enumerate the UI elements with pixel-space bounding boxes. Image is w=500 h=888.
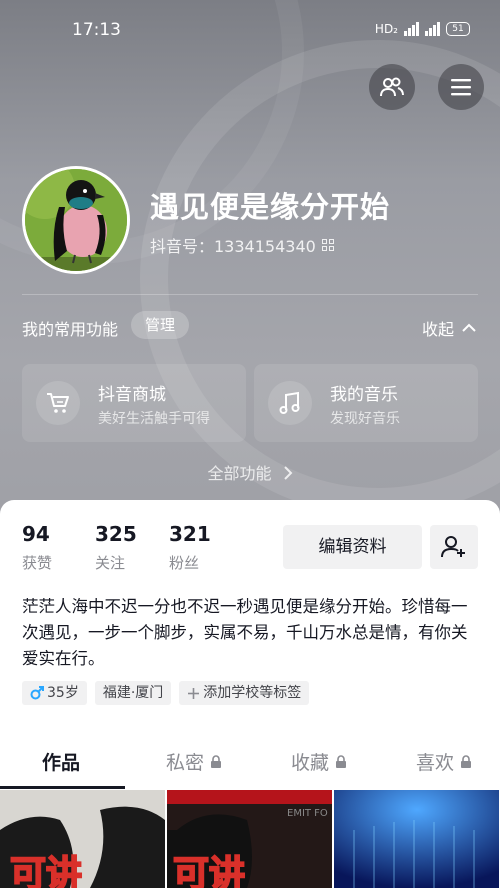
video-thumbnail[interactable]	[334, 790, 499, 888]
video-thumbnail[interactable]: 可讲	[0, 790, 165, 888]
douyin-id-text: 抖音号：1334154340	[150, 237, 316, 256]
following-label: 关注	[95, 554, 126, 572]
thumbnail-image: 可讲	[0, 790, 165, 888]
status-time: 17:13	[72, 20, 121, 40]
tab-likes-label: 喜欢	[416, 752, 455, 774]
lock-icon	[461, 754, 472, 768]
chevron-up-icon	[462, 323, 476, 332]
likes-label: 获赞	[22, 554, 53, 572]
tab-private-label: 私密	[166, 752, 205, 774]
active-tab-indicator	[0, 786, 125, 789]
menu-icon	[451, 79, 471, 96]
battery-icon: 51	[446, 22, 470, 36]
content-tabs: 作品 私密 收藏 喜欢	[0, 740, 500, 790]
collapse-label: 收起	[421, 320, 454, 339]
followers-count: 321	[169, 522, 211, 546]
lock-icon	[211, 754, 222, 768]
add-user-icon	[441, 536, 465, 558]
chevron-right-icon	[283, 466, 292, 480]
shop-card-title: 抖音商城	[98, 385, 166, 405]
signal-icon	[425, 22, 440, 36]
following-count: 325	[95, 522, 137, 546]
thumbnail-caption: 可讲	[10, 854, 82, 888]
cart-icon	[36, 381, 80, 425]
location-tag: 福建·厦门	[94, 681, 172, 705]
followers-stat[interactable]: 321 粉丝	[169, 522, 211, 573]
music-card-title: 我的音乐	[330, 385, 398, 405]
douyin-id[interactable]: 抖音号：1334154340	[150, 233, 334, 257]
profile-tags: 35岁 福建·厦门 添加学校等标签	[22, 681, 310, 705]
tab-works-label: 作品	[42, 752, 81, 774]
plus-icon	[188, 687, 200, 699]
bird-avatar-image	[25, 169, 127, 271]
age-tag-text: 35岁	[47, 685, 79, 701]
tab-likes[interactable]: 喜欢	[416, 748, 472, 775]
shop-card[interactable]: 抖音商城 美好生活触手可得	[22, 364, 246, 442]
collapse-button[interactable]: 收起	[422, 316, 476, 340]
tab-favorites-label: 收藏	[291, 752, 330, 774]
manage-button[interactable]: 管理	[131, 311, 190, 339]
lock-icon	[336, 754, 347, 768]
age-tag: 35岁	[22, 681, 87, 705]
all-functions-label: 全部功能	[207, 464, 272, 483]
male-icon	[30, 686, 44, 700]
tab-favorites[interactable]: 收藏	[291, 748, 347, 775]
followers-label: 粉丝	[169, 554, 200, 572]
status-bar: 17:13 HD₂ 51	[0, 0, 500, 60]
divider	[22, 294, 478, 295]
thumbnail-image	[334, 790, 499, 888]
all-functions-link[interactable]: 全部功能	[0, 460, 500, 484]
bio-text: 茫茫人海中不迟一分也不迟一秒遇见便是缘分开始。珍惜每一次遇见，一步一个脚步，实属…	[22, 597, 468, 668]
common-functions-title: 我的常用功能	[22, 320, 119, 339]
thumbnail-image: EMIT FO 可讲	[167, 790, 332, 888]
status-icons: HD₂ 51	[375, 22, 470, 36]
add-tag-button[interactable]: 添加学校等标签	[179, 681, 310, 705]
tab-private[interactable]: 私密	[166, 748, 222, 775]
video-thumbnail[interactable]: EMIT FO 可讲	[167, 790, 332, 888]
location-tag-text: 福建·厦门	[102, 685, 164, 701]
music-card-subtitle: 发现好音乐	[330, 411, 400, 427]
thumbnail-caption: 可讲	[173, 854, 245, 888]
profile-name: 遇见便是缘分开始	[150, 190, 391, 224]
music-note-icon	[268, 381, 312, 425]
likes-stat[interactable]: 94 获赞	[22, 522, 52, 573]
add-tag-text: 添加学校等标签	[203, 685, 302, 701]
friends-button[interactable]	[369, 64, 415, 110]
following-stat[interactable]: 325 关注	[95, 522, 137, 573]
hd-indicator: HD₂	[374, 22, 398, 36]
add-friend-button[interactable]	[430, 525, 478, 569]
shop-card-subtitle: 美好生活触手可得	[98, 411, 210, 427]
friends-icon	[380, 77, 404, 97]
thumbnail-overlay-text: EMIT FO	[287, 808, 328, 819]
menu-button[interactable]	[438, 64, 484, 110]
qr-code-icon[interactable]	[321, 239, 334, 251]
avatar[interactable]	[22, 166, 130, 274]
music-card[interactable]: 我的音乐 发现好音乐	[254, 364, 478, 442]
tab-works[interactable]: 作品	[42, 748, 80, 775]
signal-icon	[404, 22, 419, 36]
edit-profile-button[interactable]: 编辑资料	[283, 525, 422, 569]
likes-count: 94	[22, 522, 50, 546]
